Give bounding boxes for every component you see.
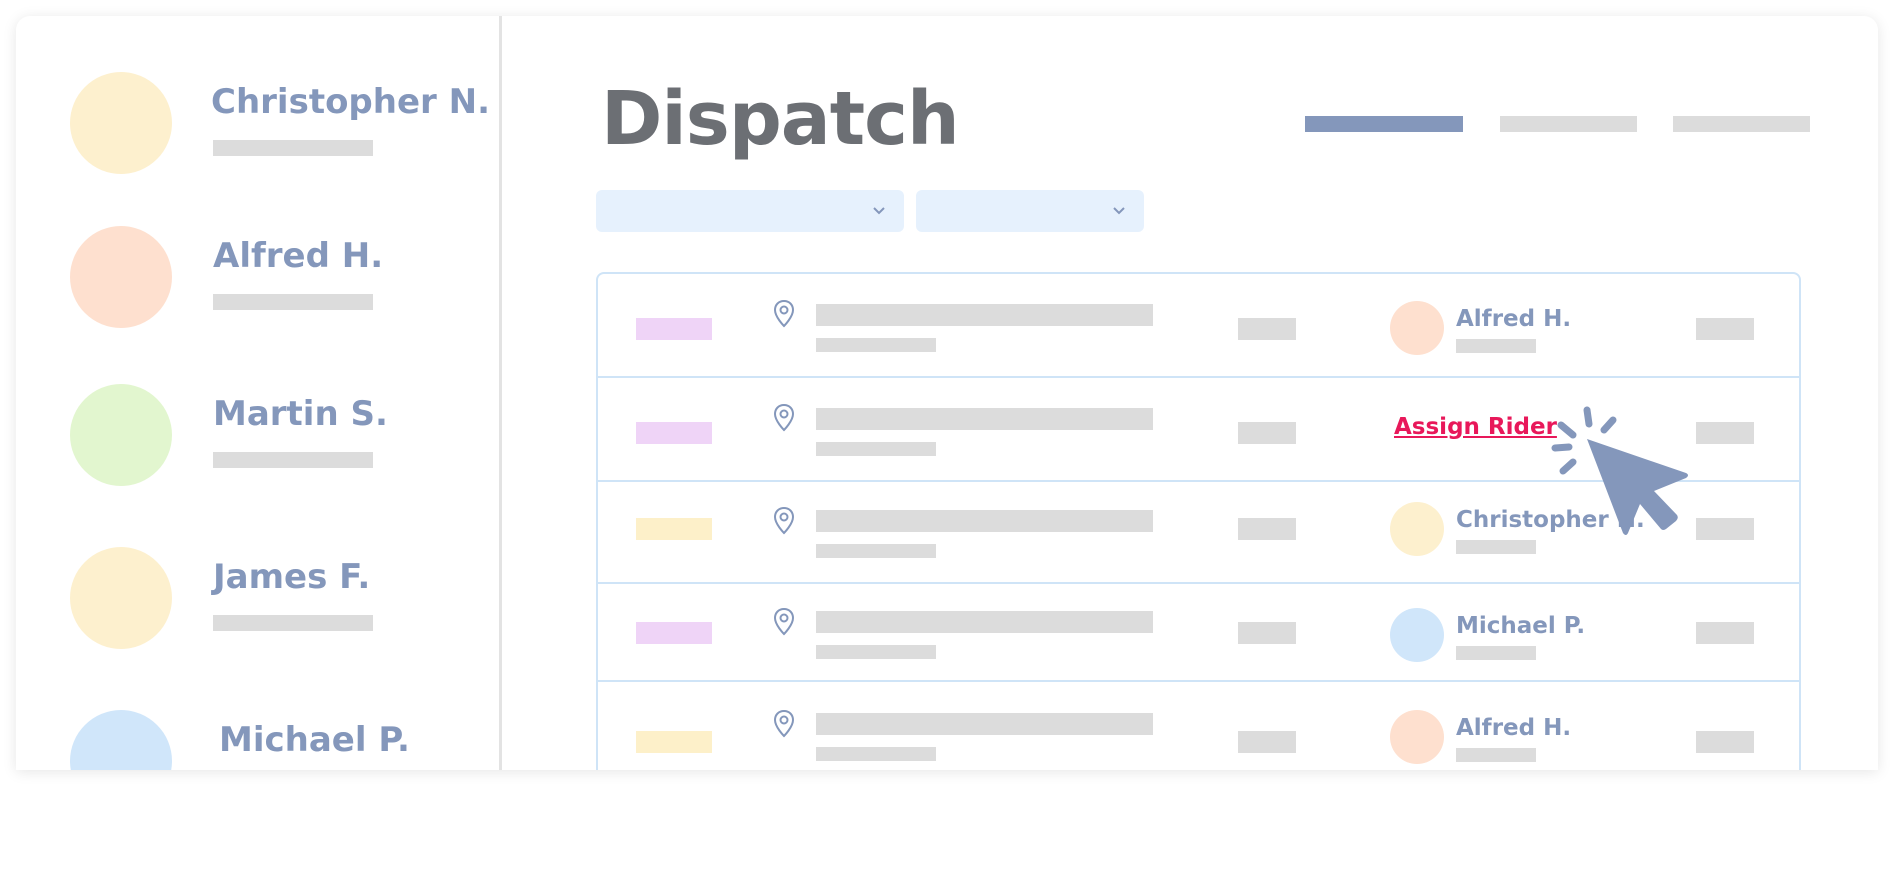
sidebar-rider-christopher[interactable]: Christopher N.	[70, 72, 490, 176]
status-tag	[636, 518, 712, 540]
rider-name: Christopher N.	[211, 82, 491, 122]
rider-detail-placeholder	[213, 615, 373, 631]
address-detail-placeholder	[816, 338, 936, 352]
rider-sidebar: Christopher N. Alfred H. Martin S. James…	[16, 16, 502, 770]
sidebar-rider-michael[interactable]: Michael P.	[70, 710, 490, 770]
rider-name: Alfred H.	[213, 236, 384, 276]
cell-placeholder	[1238, 422, 1296, 444]
status-tag	[636, 731, 712, 753]
sidebar-rider-martin[interactable]: Martin S.	[70, 384, 490, 488]
rider-detail-placeholder	[213, 294, 373, 310]
address-detail-placeholder	[816, 645, 936, 659]
avatar	[70, 384, 172, 486]
cell-placeholder	[1696, 318, 1754, 340]
map-pin-icon	[773, 403, 795, 432]
rider-detail-placeholder	[1456, 748, 1536, 762]
table-row[interactable]: Alfred H.	[598, 274, 1799, 378]
avatar	[70, 72, 172, 174]
page-title: Dispatch	[601, 76, 960, 162]
assigned-rider-name: Alfred H.	[1456, 306, 1572, 332]
cell-placeholder	[1238, 318, 1296, 340]
address-detail-placeholder	[816, 544, 936, 558]
avatar	[70, 226, 172, 328]
avatar	[1390, 301, 1444, 355]
sidebar-rider-alfred[interactable]: Alfred H.	[70, 226, 490, 330]
avatar	[70, 547, 172, 649]
address-detail-placeholder	[816, 442, 936, 456]
tab-2[interactable]	[1500, 116, 1637, 132]
rider-detail-placeholder	[1456, 339, 1536, 353]
cell-placeholder	[1238, 731, 1296, 753]
rider-detail-placeholder	[213, 452, 373, 468]
avatar	[1390, 710, 1444, 764]
avatar	[1390, 608, 1444, 662]
cell-placeholder	[1696, 518, 1754, 540]
dispatch-main: Dispatch Alfred H. Assign Rider Christop…	[502, 16, 1878, 770]
status-tag	[636, 622, 712, 644]
address-placeholder	[816, 611, 1153, 633]
table-row[interactable]: Michael P.	[598, 584, 1799, 682]
assign-rider-link[interactable]: Assign Rider	[1394, 414, 1557, 440]
filter-dropdown-1[interactable]	[596, 190, 904, 232]
map-pin-icon	[773, 709, 795, 738]
click-cursor-icon	[1551, 406, 1688, 535]
assigned-rider-name: Alfred H.	[1456, 715, 1572, 741]
address-placeholder	[816, 510, 1153, 532]
map-pin-icon	[773, 299, 795, 328]
cell-placeholder	[1238, 518, 1296, 540]
avatar	[1390, 502, 1444, 556]
rider-detail-placeholder	[213, 140, 373, 156]
rider-detail-placeholder	[1456, 646, 1536, 660]
cell-placeholder	[1696, 622, 1754, 644]
address-detail-placeholder	[816, 747, 936, 761]
rider-name: Martin S.	[213, 394, 388, 434]
rider-name: Michael P.	[219, 720, 410, 760]
dispatch-window: Christopher N. Alfred H. Martin S. James…	[16, 16, 1878, 770]
cell-placeholder	[1696, 731, 1754, 753]
filter-dropdown-2[interactable]	[916, 190, 1144, 232]
status-tag	[636, 318, 712, 340]
assigned-rider-name: Michael P.	[1456, 613, 1586, 639]
status-tag	[636, 422, 712, 444]
tab-1[interactable]	[1305, 116, 1463, 132]
avatar	[70, 710, 172, 770]
rider-name: James F.	[213, 557, 371, 597]
address-placeholder	[816, 408, 1153, 430]
map-pin-icon	[773, 607, 795, 636]
rider-detail-placeholder	[1456, 540, 1536, 554]
sidebar-rider-james[interactable]: James F.	[70, 547, 490, 651]
address-placeholder	[816, 713, 1153, 735]
chevron-down-icon	[873, 207, 885, 215]
table-row[interactable]: Alfred H.	[598, 682, 1799, 770]
address-placeholder	[816, 304, 1153, 326]
tab-3[interactable]	[1673, 116, 1810, 132]
chevron-down-icon	[1113, 207, 1125, 215]
cell-placeholder	[1238, 622, 1296, 644]
map-pin-icon	[773, 506, 795, 535]
cell-placeholder	[1696, 422, 1754, 444]
